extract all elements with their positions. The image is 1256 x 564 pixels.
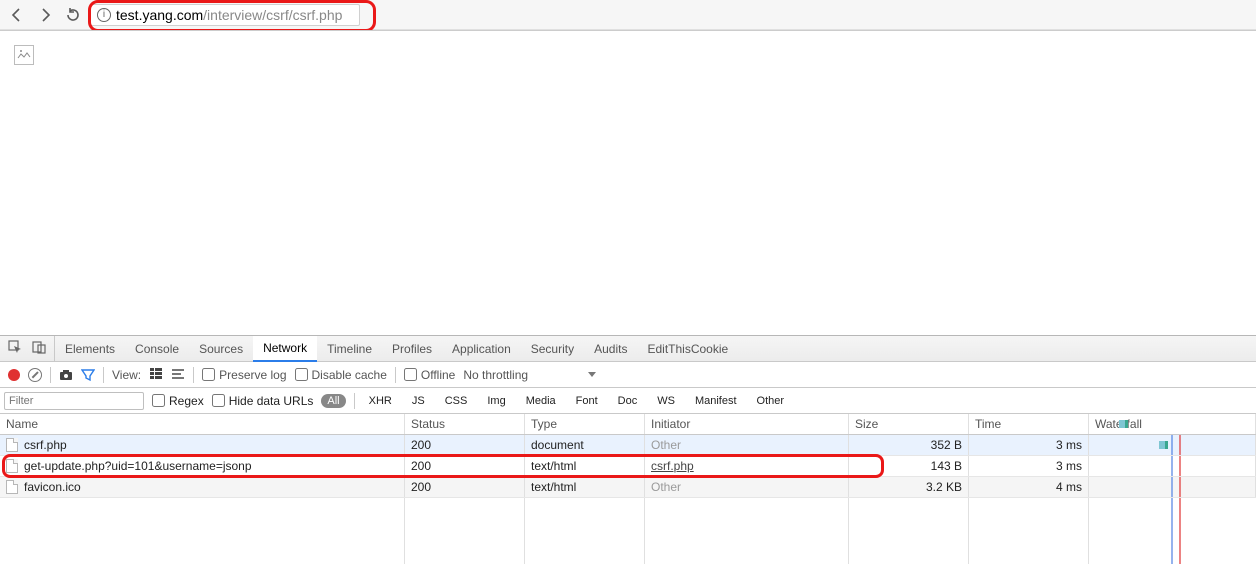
filter-type-all[interactable]: All: [321, 394, 345, 408]
tab-application[interactable]: Application: [442, 336, 521, 361]
disable-cache-label: Disable cache: [312, 368, 387, 382]
filter-input[interactable]: [4, 392, 144, 410]
filter-type-ws[interactable]: WS: [651, 394, 681, 408]
file-icon: [6, 459, 18, 473]
col-status[interactable]: Status: [405, 414, 525, 434]
cell-type: text/html: [525, 477, 645, 497]
throttling-select[interactable]: No throttling: [463, 368, 596, 382]
cell-waterfall: [1089, 435, 1256, 455]
tab-audits[interactable]: Audits: [584, 336, 637, 361]
offline-label: Offline: [421, 368, 455, 382]
cell-waterfall: [1089, 477, 1256, 497]
cell-status: 200: [405, 435, 525, 455]
cell-size: 143 B: [849, 456, 969, 476]
tab-console[interactable]: Console: [125, 336, 189, 361]
cell-type: document: [525, 435, 645, 455]
col-type[interactable]: Type: [525, 414, 645, 434]
disable-cache-checkbox[interactable]: Disable cache: [295, 368, 387, 382]
cell-time: 3 ms: [969, 435, 1089, 455]
tab-sources[interactable]: Sources: [189, 336, 253, 361]
url-path: /interview/csrf/csrf.php: [203, 7, 342, 23]
cell-type: text/html: [525, 456, 645, 476]
col-time[interactable]: Time: [969, 414, 1089, 434]
file-icon: [6, 480, 18, 494]
chevron-down-icon: [588, 372, 596, 377]
view-large-icon[interactable]: [149, 366, 163, 383]
col-size[interactable]: Size: [849, 414, 969, 434]
col-waterfall[interactable]: Waterfall: [1089, 414, 1256, 434]
url-text: test.yang.com/interview/csrf/csrf.php: [116, 7, 342, 23]
tab-editthiscookie[interactable]: EditThisCookie: [637, 336, 738, 361]
col-name[interactable]: Name: [0, 414, 405, 434]
device-toggle-icon[interactable]: [32, 340, 46, 357]
tab-security[interactable]: Security: [521, 336, 584, 361]
devtools-panel: Elements Console Sources Network Timelin…: [0, 335, 1256, 564]
filter-type-manifest[interactable]: Manifest: [689, 394, 743, 408]
table-header: Name Status Type Initiator Size Time Wat…: [0, 414, 1256, 435]
tab-profiles[interactable]: Profiles: [382, 336, 442, 361]
view-label: View:: [112, 368, 141, 382]
col-initiator[interactable]: Initiator: [645, 414, 849, 434]
file-icon: [6, 438, 18, 452]
regex-label: Regex: [169, 394, 204, 408]
cell-name: get-update.php?uid=101&username=jsonp: [24, 459, 252, 473]
cell-size: 352 B: [849, 435, 969, 455]
filter-type-other[interactable]: Other: [751, 394, 791, 408]
tab-elements[interactable]: Elements: [55, 336, 125, 361]
filter-type-js[interactable]: JS: [406, 394, 431, 408]
page-viewport: [0, 30, 1256, 335]
tab-network[interactable]: Network: [253, 336, 317, 362]
browser-toolbar: i test.yang.com/interview/csrf/csrf.php: [0, 0, 1256, 30]
table-row[interactable]: get-update.php?uid=101&username=jsonp 20…: [0, 456, 1256, 477]
forward-button[interactable]: [34, 4, 56, 26]
hide-data-urls-checkbox[interactable]: Hide data URLs: [212, 394, 314, 408]
filter-type-media[interactable]: Media: [520, 394, 562, 408]
broken-image-icon: [14, 45, 34, 65]
cell-initiator-link[interactable]: csrf.php: [651, 459, 694, 473]
site-info-icon[interactable]: i: [97, 8, 111, 22]
inspect-element-icon[interactable]: [8, 340, 22, 357]
cell-name: favicon.ico: [24, 480, 81, 494]
address-bar[interactable]: i test.yang.com/interview/csrf/csrf.php: [90, 4, 360, 26]
throttling-value: No throttling: [463, 368, 528, 382]
filter-type-doc[interactable]: Doc: [612, 394, 644, 408]
filter-toggle-icon[interactable]: [81, 368, 95, 382]
preserve-log-checkbox[interactable]: Preserve log: [202, 368, 286, 382]
regex-checkbox[interactable]: Regex: [152, 394, 204, 408]
network-requests-table: Name Status Type Initiator Size Time Wat…: [0, 414, 1256, 564]
record-button[interactable]: [8, 369, 20, 381]
capture-screenshot-icon[interactable]: [59, 368, 73, 382]
filter-type-xhr[interactable]: XHR: [363, 394, 398, 408]
url-host: test.yang.com: [116, 7, 203, 23]
filter-type-img[interactable]: Img: [481, 394, 511, 408]
back-button[interactable]: [6, 4, 28, 26]
clear-button[interactable]: [28, 368, 42, 382]
table-row[interactable]: favicon.ico 200 text/html Other 3.2 KB 4…: [0, 477, 1256, 498]
cell-waterfall: [1089, 456, 1256, 476]
cell-initiator: Other: [645, 435, 849, 455]
cell-status: 200: [405, 456, 525, 476]
tab-timeline[interactable]: Timeline: [317, 336, 382, 361]
cell-time: 3 ms: [969, 456, 1089, 476]
cell-name: csrf.php: [24, 438, 67, 452]
reload-button[interactable]: [62, 4, 84, 26]
cell-size: 3.2 KB: [849, 477, 969, 497]
network-filter-bar: Regex Hide data URLs All XHR JS CSS Img …: [0, 388, 1256, 414]
filter-type-css[interactable]: CSS: [439, 394, 474, 408]
filter-type-font[interactable]: Font: [570, 394, 604, 408]
offline-checkbox[interactable]: Offline: [404, 368, 455, 382]
cell-initiator: Other: [645, 477, 849, 497]
view-small-icon[interactable]: [171, 366, 185, 383]
network-toolbar: View: Preserve log Disable cache Offline…: [0, 362, 1256, 388]
cell-status: 200: [405, 477, 525, 497]
table-row[interactable]: csrf.php 200 document Other 352 B 3 ms: [0, 435, 1256, 456]
hide-data-urls-label: Hide data URLs: [229, 394, 314, 408]
preserve-log-label: Preserve log: [219, 368, 286, 382]
devtools-tabs: Elements Console Sources Network Timelin…: [0, 336, 1256, 362]
cell-time: 4 ms: [969, 477, 1089, 497]
